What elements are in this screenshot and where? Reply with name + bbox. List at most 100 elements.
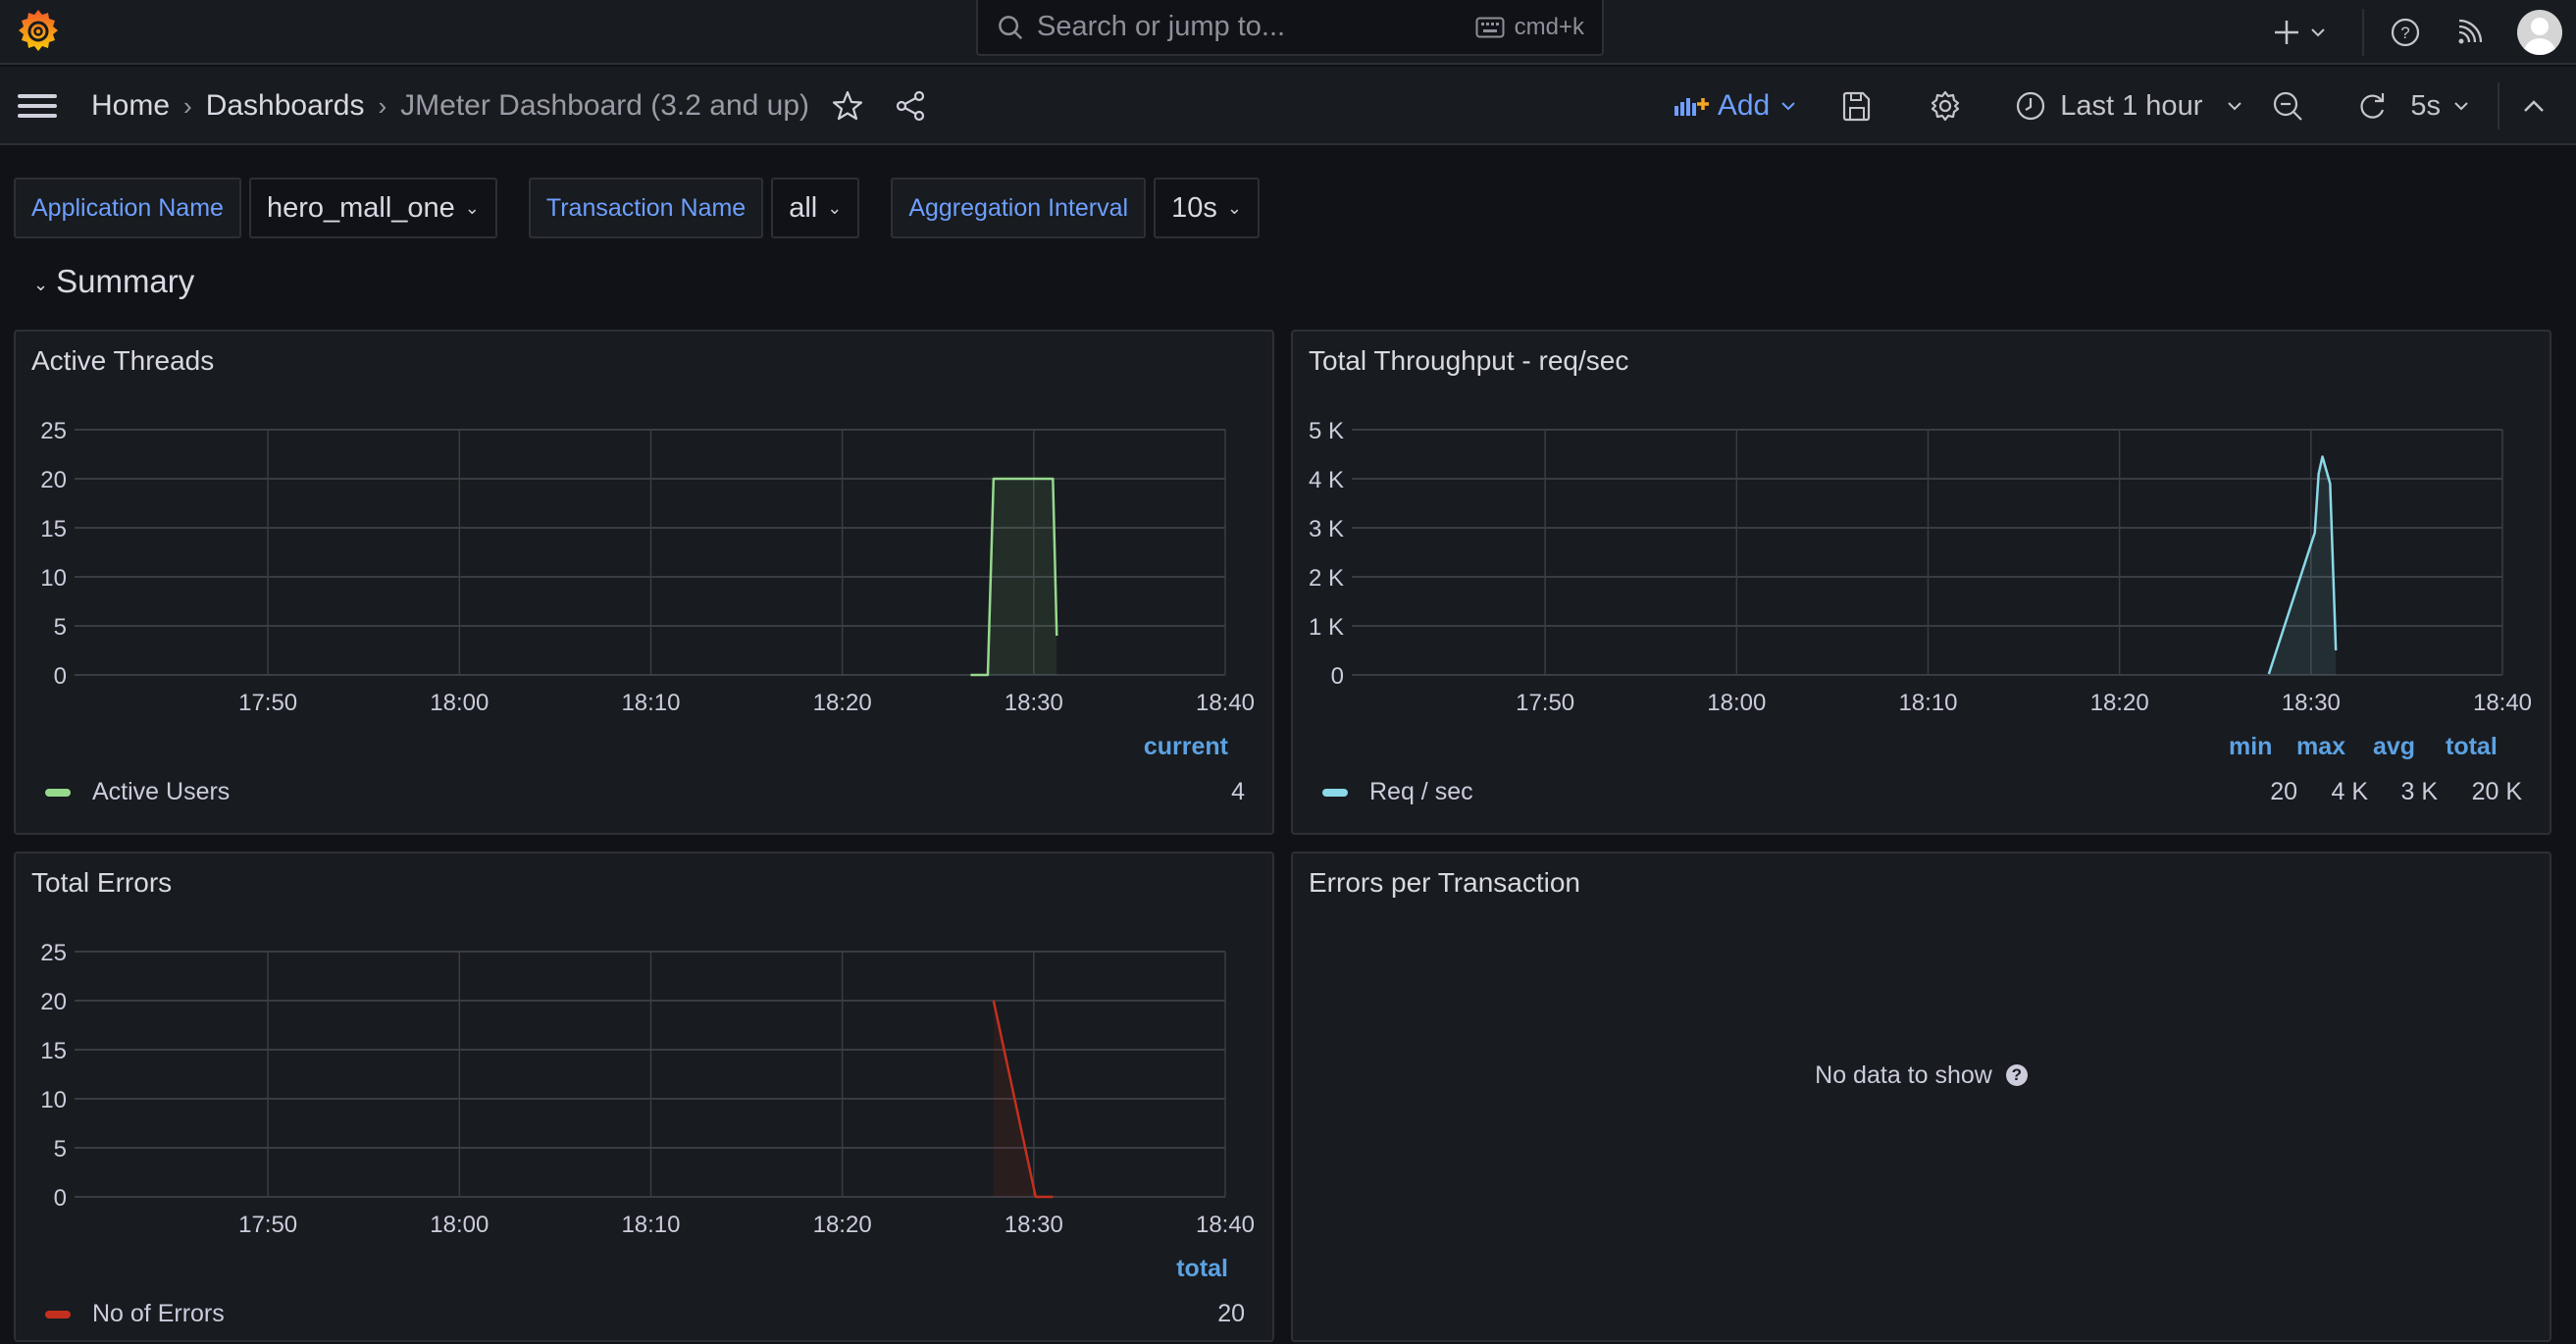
x-tick-label: 18:20 — [813, 690, 872, 716]
chevron-down-icon: ⌄ — [465, 198, 480, 219]
x-tick-label: 17:50 — [238, 1212, 297, 1238]
x-tick-label: 18:40 — [2473, 690, 2532, 716]
search-icon — [996, 13, 1025, 42]
legend-header-avg[interactable]: avg — [2373, 733, 2415, 761]
panel-total-errors[interactable]: 051015202517:5018:0018:1018:2018:3018:40… — [14, 852, 1274, 1342]
time-range-picker[interactable]: Last 1 hour — [2015, 90, 2243, 123]
y-tick-label: 20 — [40, 467, 67, 493]
refresh-interval-picker[interactable]: 5s — [2410, 90, 2470, 123]
zoom-out-icon — [2271, 89, 2304, 123]
chevron-down-icon: ⌄ — [33, 275, 48, 295]
chart-total-errors: 051015202517:5018:0018:1018:2018:3018:40 — [16, 853, 1276, 1344]
save-dashboard-button[interactable] — [1842, 90, 1872, 122]
refresh-button[interactable] — [2355, 89, 2389, 123]
legend-header-max[interactable]: max — [2296, 733, 2345, 761]
legend-item-no-of-errors[interactable]: No of Errors — [45, 1300, 225, 1328]
row-summary-toggle[interactable]: ⌄ Summary — [33, 263, 194, 300]
legend-label: Req / sec — [1369, 778, 1473, 806]
variable-select-aggregation[interactable]: 10s ⌄ — [1154, 178, 1260, 238]
legend-item-active-users[interactable]: Active Users — [45, 778, 230, 806]
help-icon[interactable]: ? — [2006, 1064, 2028, 1086]
legend-header-current[interactable]: current — [1144, 733, 1228, 761]
variable-value: 10s — [1171, 192, 1217, 225]
panel-title: Active Threads — [31, 345, 214, 377]
y-tick-label: 25 — [40, 418, 67, 444]
legend-header-total[interactable]: total — [1176, 1255, 1228, 1283]
menu-icon[interactable] — [18, 92, 57, 120]
search-placeholder[interactable]: Search or jump to... — [1037, 11, 1475, 43]
x-tick-label: 17:50 — [238, 690, 297, 716]
refresh-icon — [2355, 89, 2389, 123]
collapse-toolbar-button[interactable] — [2521, 97, 2547, 115]
panel-errors-per-transaction[interactable]: Errors per Transaction No data to show ? — [1291, 852, 2551, 1342]
dashboard-settings-button[interactable] — [1929, 89, 1962, 123]
legend-item-req-sec[interactable]: Req / sec — [1322, 778, 1473, 806]
plus-icon — [2272, 18, 2301, 47]
legend-value-current: 4 — [1231, 778, 1245, 806]
x-tick-label: 18:30 — [1005, 690, 1063, 716]
new-button[interactable] — [2272, 18, 2327, 47]
panel-title: Total Throughput - req/sec — [1309, 345, 1628, 377]
panel-active-threads[interactable]: 051015202517:5018:0018:1018:2018:3018:40… — [14, 330, 1274, 835]
chevron-down-icon: ⌄ — [1227, 198, 1242, 219]
y-tick-label: 15 — [40, 516, 67, 543]
add-button[interactable]: Add — [1673, 89, 1797, 123]
dashboard-nav-bar: Home › Dashboards › JMeter Dashboard (3.… — [0, 67, 2576, 145]
y-tick-label: 15 — [40, 1038, 67, 1064]
panel-total-throughput[interactable]: 01 K2 K3 K4 K5 K17:5018:0018:1018:2018:3… — [1291, 330, 2551, 835]
time-range-label: Last 1 hour — [2060, 90, 2202, 123]
legend-header-min[interactable]: min — [2229, 733, 2272, 761]
chart-active-threads: 051015202517:5018:0018:1018:2018:3018:40 — [16, 332, 1276, 837]
legend-swatch — [45, 1311, 71, 1318]
grafana-logo-icon[interactable] — [14, 6, 63, 55]
breadcrumb: Home › Dashboards › JMeter Dashboard (3.… — [91, 67, 927, 145]
news-rss-icon — [2454, 18, 2484, 47]
y-tick-label: 0 — [54, 663, 67, 690]
template-variables: Application Name hero_mall_one⌄ Transact… — [14, 178, 1260, 238]
variable-value: all — [789, 192, 817, 225]
chevron-down-icon — [2452, 100, 2470, 112]
add-panel-icon — [1673, 94, 1710, 118]
user-icon — [2517, 10, 2562, 55]
y-tick-label: 25 — [40, 940, 67, 966]
no-data-text: No data to show — [1815, 1061, 1992, 1090]
x-tick-label: 18:10 — [621, 1212, 680, 1238]
refresh-interval-label: 5s — [2410, 90, 2441, 123]
top-right-actions: ? — [2272, 0, 2576, 65]
variable-select-application[interactable]: hero_mall_one⌄ — [249, 178, 497, 238]
help-button[interactable]: ? — [2390, 17, 2421, 48]
variable-select-transaction[interactable]: all ⌄ — [771, 178, 859, 238]
chevron-down-icon — [1779, 100, 1797, 112]
y-tick-label: 1 K — [1309, 614, 1344, 641]
y-tick-label: 3 K — [1309, 516, 1344, 543]
dashboard-toolbar: Add Last 1 hour 5s — [1673, 67, 2576, 145]
chevron-down-icon — [2309, 26, 2327, 38]
user-avatar[interactable] — [2517, 10, 2562, 55]
search-bar[interactable]: Search or jump to... cmd+k — [976, 0, 1604, 56]
news-button[interactable] — [2454, 18, 2484, 47]
y-tick-label: 5 — [54, 1136, 67, 1163]
x-tick-label: 18:40 — [1196, 1212, 1255, 1238]
breadcrumb-dashboards[interactable]: Dashboards — [206, 89, 365, 123]
breadcrumb-home[interactable]: Home — [91, 89, 170, 123]
chart-total-throughput: 01 K2 K3 K4 K5 K17:5018:0018:1018:2018:3… — [1293, 332, 2553, 837]
breadcrumb-current-dashboard: JMeter Dashboard (3.2 and up) — [400, 89, 809, 123]
chevron-down-icon: ⌄ — [827, 198, 842, 219]
variable-label-aggregation: Aggregation Interval — [891, 178, 1146, 238]
zoom-out-button[interactable] — [2271, 89, 2304, 123]
variable-label-application: Application Name — [14, 178, 241, 238]
legend-value-min: 20 — [2270, 778, 2297, 806]
y-tick-label: 10 — [40, 1087, 67, 1113]
star-icon[interactable] — [831, 89, 864, 123]
y-tick-label: 2 K — [1309, 565, 1344, 592]
y-tick-label: 4 K — [1309, 467, 1344, 493]
legend-label: Active Users — [92, 778, 230, 806]
svg-text:?: ? — [2400, 24, 2409, 42]
share-icon[interactable] — [894, 89, 927, 123]
gear-icon — [1929, 89, 1962, 123]
legend-label: No of Errors — [92, 1300, 225, 1328]
x-tick-label: 18:20 — [2090, 690, 2149, 716]
top-bar: Search or jump to... cmd+k ? — [0, 0, 2576, 65]
legend-header-total[interactable]: total — [2446, 733, 2498, 761]
x-tick-label: 18:10 — [1898, 690, 1957, 716]
